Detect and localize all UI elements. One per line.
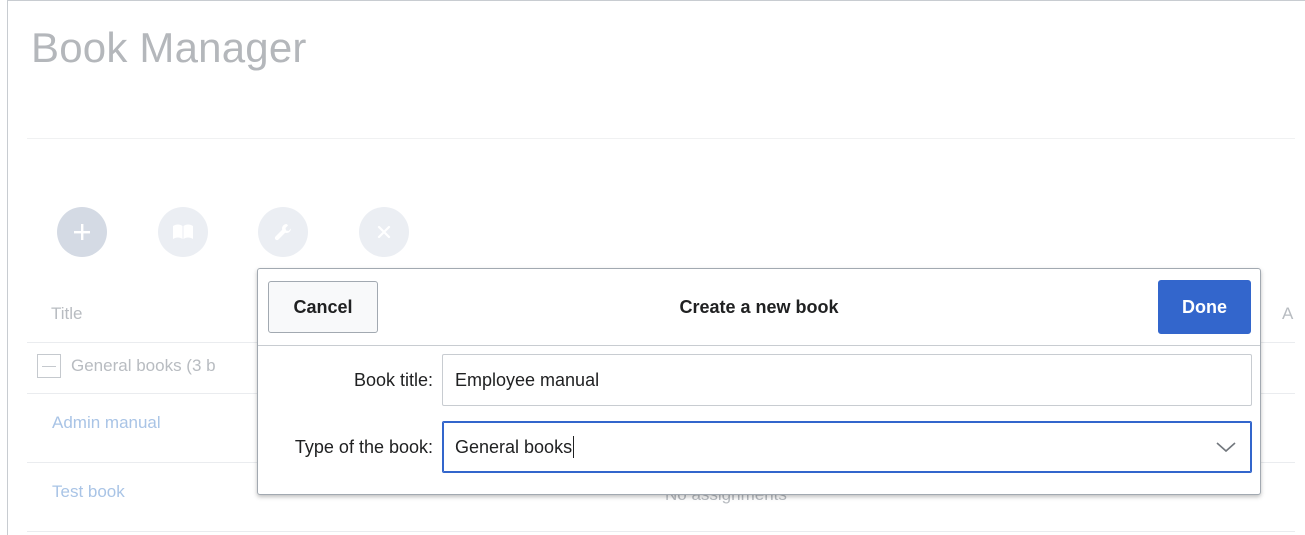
book-link-test-book[interactable]: Test book [52,482,125,502]
book-button[interactable] [158,207,208,257]
column-header-title[interactable]: Title [51,304,83,324]
book-title-label: Book title: [353,370,433,390]
minus-icon [42,365,56,367]
text-cursor [573,436,575,458]
page-title: Book Manager [31,24,307,71]
create-book-dialog: Create a new book Cancel Done Book title… [257,268,1261,495]
plus-icon [74,224,90,240]
title-divider [27,138,1295,139]
group-row: General books (3 b [37,354,216,378]
settings-button[interactable] [258,207,308,257]
collapse-toggle[interactable] [37,354,61,378]
delete-button[interactable] [359,207,409,257]
close-icon [377,225,391,239]
book-type-value: General books [455,436,573,457]
dialog-title: Create a new book [679,296,839,317]
group-label: General books (3 b [71,356,216,375]
book-icon [173,224,193,239]
book-link-admin-manual[interactable]: Admin manual [52,413,161,433]
cancel-button[interactable]: Cancel [268,281,378,333]
chevron-down-icon[interactable] [1215,440,1237,454]
done-button[interactable]: Done [1158,280,1251,334]
book-type-label: Type of the book: [294,437,433,457]
wrench-icon [274,224,291,241]
row-divider [27,531,1295,532]
book-title-value: Employee manual [455,369,600,390]
add-book-button[interactable] [57,207,107,257]
book-type-select[interactable]: General books [442,421,1252,473]
dialog-header: Create a new book Cancel Done [258,269,1260,346]
book-title-input[interactable]: Employee manual [442,354,1252,406]
column-header-assignments[interactable]: A [1282,304,1293,324]
